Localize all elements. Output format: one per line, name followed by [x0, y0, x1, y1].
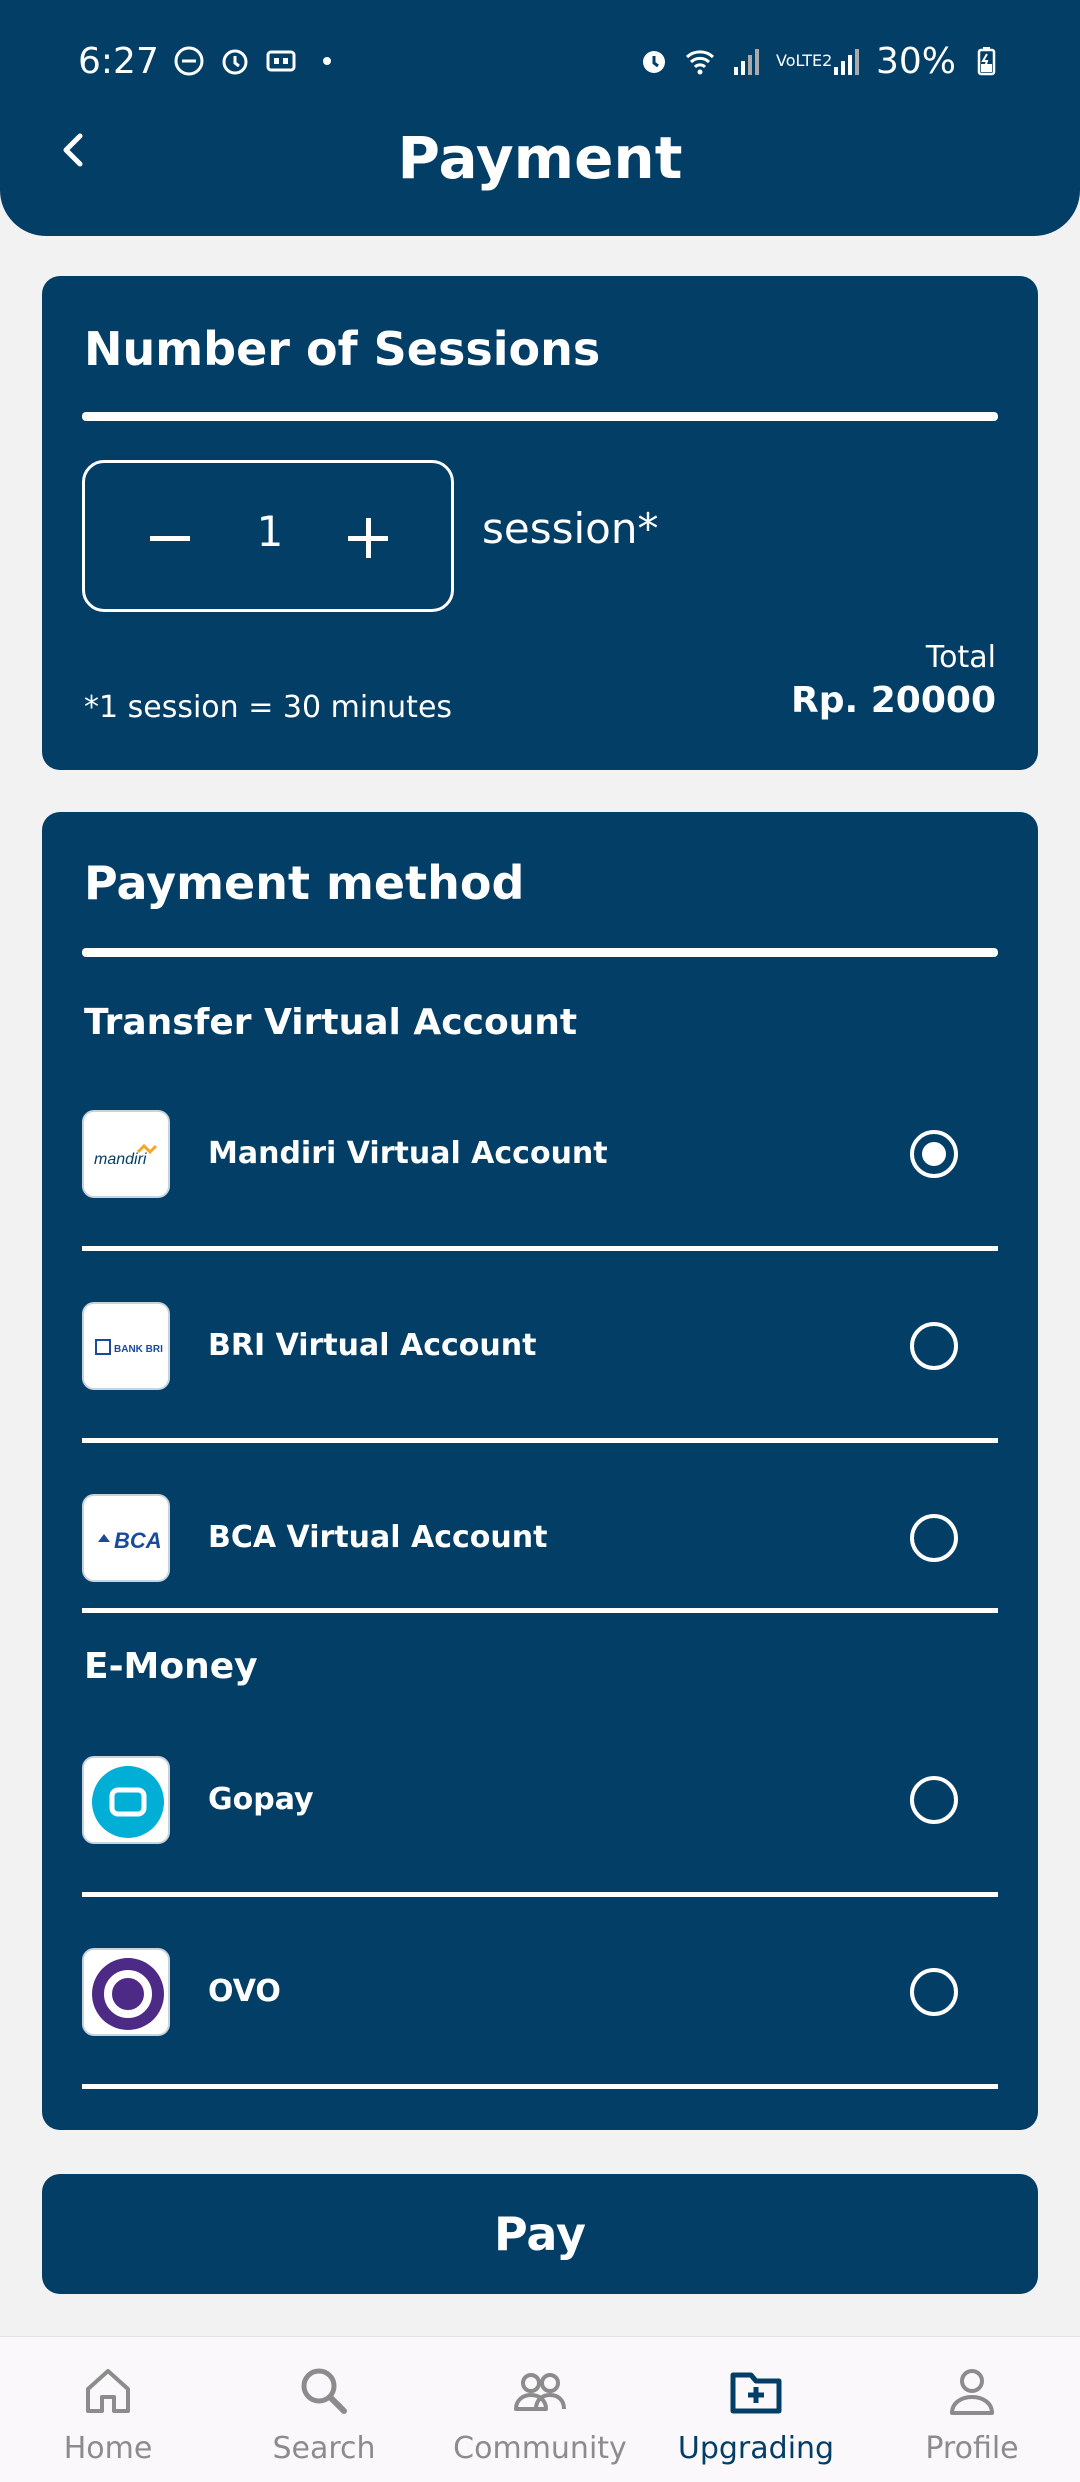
alarm-icon	[222, 49, 248, 75]
bri-logo: BANK BRI	[82, 1302, 170, 1390]
payment-option-ovo[interactable]: OVO	[82, 1942, 998, 2042]
network-label: VoLTE2	[775, 51, 833, 70]
nav-item-profile[interactable]: Profile	[864, 2337, 1080, 2482]
total-value: Rp. 20000	[791, 680, 996, 721]
radio-unselected[interactable]	[910, 1322, 958, 1370]
payment-option-label: BCA Virtual Account	[208, 1520, 548, 1555]
pay-button[interactable]: Pay	[42, 2174, 1038, 2294]
emoney-section-label: E-Money	[84, 1646, 258, 1687]
nav-item-search[interactable]: Search	[216, 2337, 432, 2482]
payment-option-label: Mandiri Virtual Account	[208, 1136, 608, 1171]
session-note: *1 session = 30 minutes	[84, 690, 453, 725]
search-icon	[301, 2368, 347, 2414]
mandiri-logo: mandiri	[82, 1110, 170, 1198]
radio-selected[interactable]	[910, 1130, 958, 1178]
bri-logo-text: BANK BRI	[114, 1344, 163, 1355]
divider	[82, 2084, 998, 2089]
nav-label: Upgrading	[677, 2431, 835, 2466]
radio-unselected[interactable]	[910, 1776, 958, 1824]
status-bar: 6:27 VoLTE2 30%	[78, 36, 1002, 86]
battery-charging-icon	[977, 47, 996, 76]
signal-icon	[733, 49, 759, 75]
radio-unselected[interactable]	[910, 1968, 958, 2016]
cast-icon	[266, 50, 296, 72]
community-icon	[514, 2373, 566, 2411]
payment-option-bri[interactable]: BANK BRI BRI Virtual Account	[82, 1296, 998, 1396]
battery-percent: 30%	[875, 40, 956, 82]
alarm-icon	[642, 51, 665, 73]
dot-icon	[322, 57, 331, 65]
divider	[82, 948, 998, 957]
divider	[82, 1246, 998, 1251]
ovo-logo	[82, 1948, 170, 2036]
radio-unselected[interactable]	[910, 1514, 958, 1562]
payment-option-bca[interactable]: BCA BCA Virtual Account	[82, 1488, 998, 1588]
payment-method-title: Payment method	[84, 856, 525, 910]
minus-button[interactable]	[135, 503, 205, 573]
session-unit-label: session*	[482, 504, 659, 553]
page-title: Payment	[397, 124, 683, 192]
plus-button[interactable]	[333, 503, 403, 573]
sessions-card: Number of Sessions 1 session* Total *1 s…	[42, 276, 1038, 770]
wifi-icon	[685, 50, 715, 75]
divider	[82, 1438, 998, 1443]
sessions-title: Number of Sessions	[84, 322, 601, 376]
session-stepper: 1	[82, 460, 454, 612]
folder-add-icon	[730, 2372, 782, 2414]
bottom-navigation: Home Search Community Upgrading Profile	[0, 2336, 1080, 2482]
payment-option-label: Gopay	[208, 1782, 314, 1817]
nav-item-community[interactable]: Community	[432, 2337, 648, 2482]
mandiri-logo-text: mandiri	[94, 1151, 147, 1168]
session-count: 1	[256, 507, 284, 556]
nav-label: Profile	[925, 2431, 1019, 2466]
payment-method-card: Payment method Transfer Virtual Account …	[42, 812, 1038, 2130]
total-label: Total	[925, 640, 996, 675]
dnd-icon	[174, 46, 204, 76]
divider	[82, 1892, 998, 1897]
nav-label: Community	[453, 2431, 627, 2466]
profile-icon	[950, 2369, 994, 2415]
bca-logo: BCA	[82, 1494, 170, 1582]
nav-item-upgrading[interactable]: Upgrading	[648, 2337, 864, 2482]
app-header: 6:27 VoLTE2 30% Payment	[0, 0, 1080, 236]
payment-option-label: BRI Virtual Account	[208, 1328, 537, 1363]
status-time: 6:27	[78, 40, 159, 82]
divider	[82, 1608, 998, 1613]
divider	[82, 412, 998, 421]
signal-icon	[833, 49, 859, 75]
payment-option-label: OVO	[208, 1974, 281, 2009]
bca-logo-text: BCA	[114, 1528, 162, 1553]
gopay-logo	[82, 1756, 170, 1844]
payment-option-gopay[interactable]: Gopay	[82, 1750, 998, 1850]
payment-option-mandiri[interactable]: mandiri Mandiri Virtual Account	[82, 1104, 998, 1204]
nav-label: Home	[63, 2431, 153, 2466]
nav-label: Search	[272, 2431, 376, 2466]
transfer-section-label: Transfer Virtual Account	[84, 1002, 578, 1043]
nav-item-home[interactable]: Home	[0, 2337, 216, 2482]
home-icon	[86, 2369, 130, 2413]
